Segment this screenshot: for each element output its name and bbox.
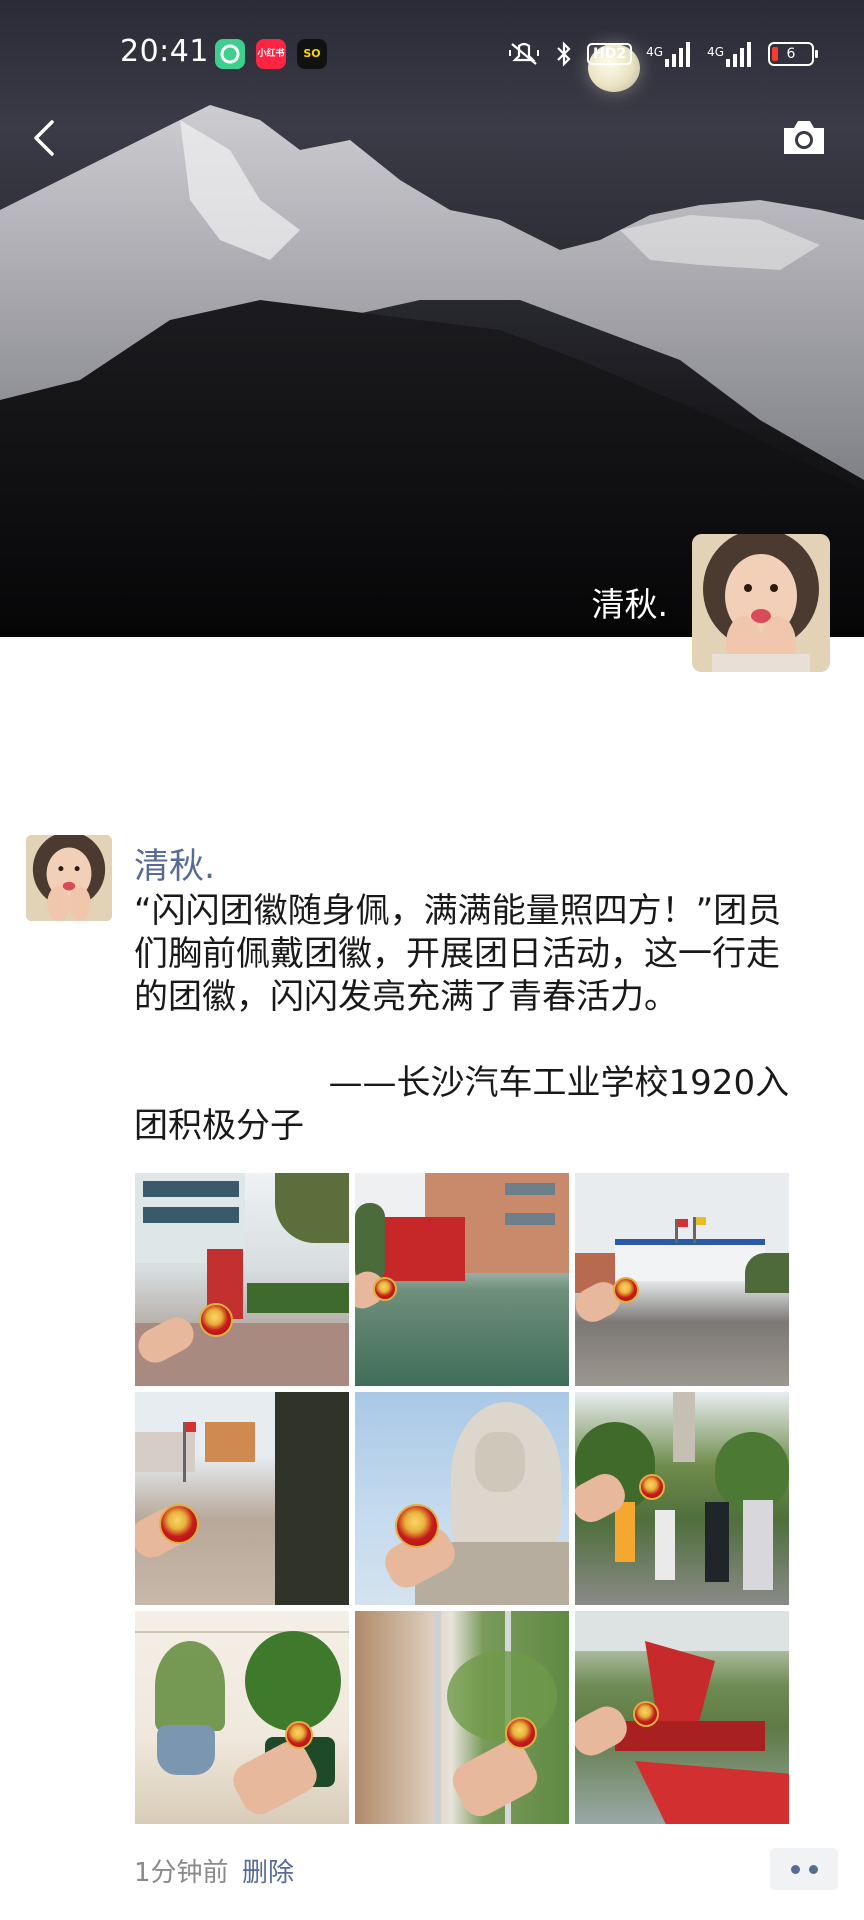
photo-7[interactable] bbox=[135, 1611, 349, 1824]
soul-app-icon: SO bbox=[297, 39, 327, 69]
post-author-name[interactable]: 清秋. bbox=[134, 838, 215, 889]
more-actions-button[interactable] bbox=[770, 1848, 838, 1890]
photo-9[interactable] bbox=[575, 1611, 789, 1824]
battery-icon: 6 bbox=[768, 42, 818, 66]
status-bar: 20:41 小红书 SO HD2 4G 4G 6 bbox=[0, 0, 864, 108]
chevron-left-icon bbox=[34, 120, 54, 156]
hd-icon: HD2 bbox=[587, 43, 633, 65]
green-app-icon bbox=[215, 39, 245, 69]
network-type-2: 4G bbox=[707, 45, 724, 59]
post-avatar[interactable] bbox=[26, 835, 112, 921]
photo-4[interactable] bbox=[135, 1392, 349, 1605]
photo-1[interactable] bbox=[135, 1173, 349, 1386]
photo-3[interactable] bbox=[575, 1173, 789, 1386]
camera-button[interactable] bbox=[780, 116, 828, 160]
cover-username: 清秋. bbox=[591, 585, 669, 624]
photo-6[interactable] bbox=[575, 1392, 789, 1605]
xiaohongshu-app-icon: 小红书 bbox=[256, 39, 286, 69]
child-portrait-image bbox=[26, 835, 112, 921]
camera-icon bbox=[784, 121, 824, 154]
network-type-1: 4G bbox=[646, 45, 664, 59]
photo-8[interactable] bbox=[355, 1611, 569, 1824]
bluetooth-icon bbox=[557, 41, 571, 67]
post-time: 1分钟前 bbox=[134, 1858, 229, 1888]
signal-2-icon: 4G bbox=[707, 41, 754, 67]
delete-button[interactable]: 删除 bbox=[242, 1852, 294, 1889]
status-time: 20:41 bbox=[120, 34, 209, 69]
battery-level: 6 bbox=[786, 46, 796, 62]
photo-grid bbox=[135, 1173, 789, 1824]
photo-5[interactable] bbox=[355, 1392, 569, 1605]
signal-1-icon: 4G bbox=[646, 41, 693, 67]
post-text: “闪闪团徽随身佩，满满能量照四方！”团员们胸前佩戴团徽，开展团日活动，这一行走的… bbox=[134, 891, 790, 1146]
dot-icon bbox=[808, 1864, 818, 1874]
child-portrait-image bbox=[692, 534, 830, 672]
mute-vibrate-icon bbox=[509, 42, 540, 65]
dot-icon bbox=[790, 1864, 800, 1874]
cover-avatar[interactable] bbox=[692, 534, 830, 672]
photo-2[interactable] bbox=[355, 1173, 569, 1386]
back-button[interactable] bbox=[26, 116, 66, 160]
